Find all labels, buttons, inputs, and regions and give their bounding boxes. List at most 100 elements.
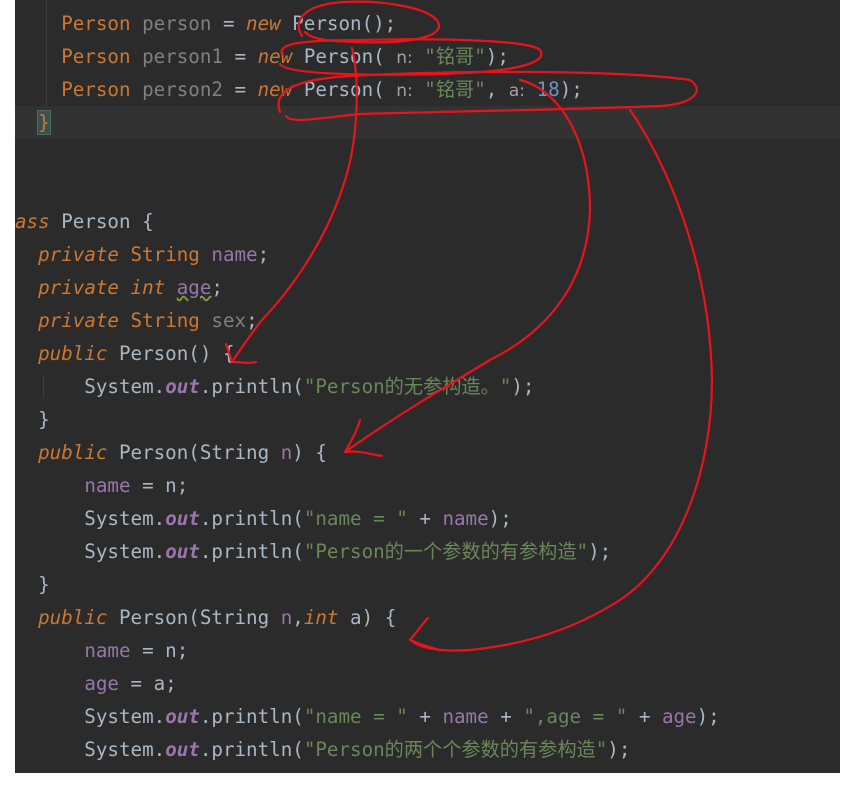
code-line[interactable]: age = a;	[15, 667, 177, 700]
code-token: int	[118, 276, 177, 299]
code-token: System.	[15, 705, 166, 728]
code-token: "Person的两个个参数的有参构造"	[303, 738, 608, 761]
code-token: );	[696, 705, 720, 728]
code-token: );	[588, 540, 612, 563]
code-token: out	[165, 507, 200, 530]
code-token: person	[142, 12, 212, 35]
code-token: = a;	[118, 672, 177, 695]
code-token: ",age = "	[523, 705, 628, 728]
code-token: new	[246, 12, 281, 35]
code-token: private	[38, 276, 119, 299]
code-token: .println(	[199, 705, 304, 728]
code-line[interactable]: private int age;	[15, 271, 223, 304]
code-line[interactable]: }	[15, 568, 50, 601]
code-line[interactable]: public Person(String n,int a) {	[15, 601, 396, 634]
code-token: sex	[211, 309, 247, 332]
code-token: System.	[15, 507, 166, 530]
code-token: );	[485, 45, 509, 68]
code-token: ;	[211, 276, 223, 299]
code-token: Person	[15, 12, 143, 35]
code-line[interactable]: name = n;	[15, 634, 188, 667]
code-token: person1	[142, 45, 223, 68]
code-token: System.	[15, 738, 166, 761]
code-token: .println(	[199, 375, 304, 398]
code-token: String	[118, 309, 212, 332]
code-token: Person {	[61, 210, 154, 233]
code-token: new	[257, 45, 293, 68]
code-token: "name = "	[303, 507, 408, 530]
code-token: int	[303, 606, 339, 629]
code-token: Person();	[280, 12, 397, 35]
code-token: );	[511, 375, 535, 398]
code-line[interactable]: Person person1 = new Person( n: "铭哥");	[15, 40, 509, 73]
code-line[interactable]: System.out.println("name = " + name);	[15, 502, 512, 535]
code-token: public	[38, 606, 108, 629]
code-token: Person(String	[107, 606, 281, 629]
code-token: Person() {	[107, 342, 235, 365]
code-token: .println(	[199, 738, 304, 761]
code-token: =	[211, 12, 247, 35]
code-token: Person(	[292, 45, 397, 68]
code-line[interactable]: }	[15, 106, 51, 139]
code-line[interactable]: System.out.println("Person的两个个参数的有参构造");	[15, 733, 630, 766]
code-token: "Person的一个参数的有参构造"	[303, 540, 589, 563]
code-token: ;	[246, 309, 258, 332]
code-token: "铭哥"	[412, 45, 486, 68]
code-line[interactable]: ass Person {	[15, 205, 154, 238]
code-line[interactable]: Person person = new Person();	[15, 7, 396, 40]
code-token: Person	[15, 45, 143, 68]
code-token: System.	[15, 540, 166, 563]
code-token: );	[559, 78, 583, 101]
code-token: }	[15, 408, 50, 431]
code-line[interactable]: private String name;	[15, 238, 269, 271]
current-line-highlight	[15, 106, 840, 139]
code-token: Person(String	[107, 441, 281, 464]
code-token: +	[627, 705, 662, 728]
code-token: a:	[508, 81, 526, 101]
code-token: +	[488, 705, 524, 728]
code-token: "name = "	[303, 705, 408, 728]
code-token: out	[165, 540, 200, 563]
code-token: age	[661, 705, 697, 728]
code-token: );	[488, 507, 512, 530]
code-token: n	[280, 606, 293, 629]
code-token: private	[38, 243, 119, 266]
code-token: System.	[15, 375, 166, 398]
code-token: Person(	[292, 78, 397, 101]
code-token: }	[37, 110, 51, 135]
code-token: ,	[292, 606, 304, 629]
code-token: private	[38, 309, 119, 332]
code-token: =	[222, 78, 258, 101]
code-line[interactable]: System.out.println("name = " + name + ",…	[15, 700, 720, 733]
code-token: name	[442, 507, 489, 530]
code-token: out	[165, 705, 200, 728]
code-token: String	[118, 243, 212, 266]
code-token: .println(	[199, 540, 304, 563]
code-token: name	[84, 474, 131, 497]
code-token: }	[15, 573, 50, 596]
code-line[interactable]: System.out.println("Person的一个参数的有参构造");	[15, 535, 611, 568]
code-token: name	[211, 243, 258, 266]
code-token: n:	[396, 81, 413, 101]
code-line[interactable]: name = n;	[15, 469, 188, 502]
code-token: new	[257, 78, 293, 101]
code-token: ass	[15, 210, 62, 233]
code-line[interactable]: public Person(String n) {	[15, 436, 327, 469]
code-line[interactable]: }	[15, 403, 50, 436]
code-token: );	[607, 738, 631, 761]
code-line[interactable]: public Person() {	[15, 337, 235, 370]
code-token: =	[222, 45, 258, 68]
code-editor[interactable]: Person person = new Person(); Person per…	[15, 0, 840, 773]
code-line[interactable]: System.out.println("Person的无参构造。");	[15, 370, 534, 403]
code-token: public	[38, 441, 108, 464]
code-line[interactable]: Person person2 = new Person( n: "铭哥", a:…	[15, 73, 583, 106]
code-token: "铭哥"	[412, 78, 486, 101]
code-line[interactable]: private String sex;	[15, 304, 258, 337]
code-token: ,	[485, 78, 509, 101]
